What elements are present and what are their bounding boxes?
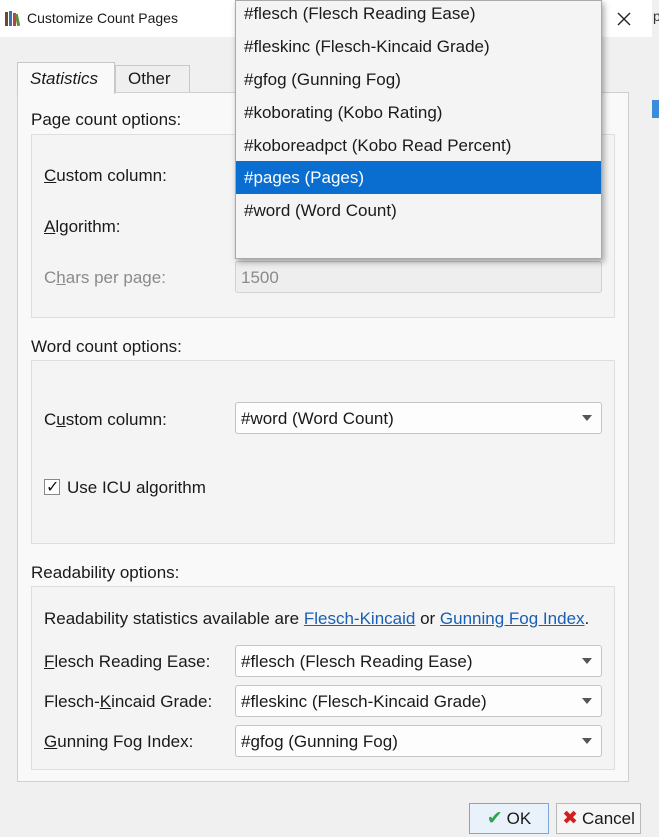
close-icon: ✖ <box>562 808 578 829</box>
ok-button[interactable]: ✔ OK <box>469 803 549 834</box>
calibre-books-icon <box>5 11 21 27</box>
mnemonic: C <box>44 166 57 185</box>
mnemonic: F <box>44 652 55 671</box>
page-custom-column-dropdown-list[interactable]: #flesch (Flesch Reading Ease) #fleskinc … <box>235 0 602 259</box>
checkmark-icon: ✓ <box>46 479 60 496</box>
label-text: incaid Grade: <box>111 692 213 711</box>
mnemonic: u <box>56 410 66 429</box>
word-custom-column-value: #word (Word Count) <box>241 409 394 428</box>
window-title: Customize Count Pages <box>27 10 178 26</box>
background-window-text: p <box>653 8 659 24</box>
chevron-down-icon <box>582 698 592 704</box>
label-text: C <box>44 410 57 429</box>
word-count-section-title: Word count options: <box>31 337 182 356</box>
label-text: ustom column: <box>56 166 167 185</box>
chars-per-page-value: 1500 <box>241 268 279 287</box>
word-custom-column-label: Custom column: <box>44 410 167 430</box>
checkmark-icon: ✔ <box>486 808 503 829</box>
label-text: unning Fog Index: <box>57 732 194 751</box>
intro-text: Readability statistics available are <box>44 609 304 628</box>
page-count-section-title: Page count options: <box>31 110 182 129</box>
gunning-fog-index-label: Gunning Fog Index: <box>44 732 193 752</box>
flesch-kincaid-grade-value: #fleskinc (Flesch-Kincaid Grade) <box>241 692 487 711</box>
chars-per-page-input[interactable]: 1500 <box>235 261 602 293</box>
dropdown-option-fleskinc[interactable]: #fleskinc (Flesch-Kincaid Grade) <box>236 30 601 63</box>
label-text: Flesch- <box>44 692 100 711</box>
dropdown-option-word[interactable]: #word (Word Count) <box>236 194 601 227</box>
dropdown-option-pages[interactable]: #pages (Pages) <box>236 161 601 194</box>
word-count-group <box>31 360 615 544</box>
tab-statistics[interactable]: Statistics <box>17 62 115 94</box>
label-text: lesch Reading Ease: <box>54 652 211 671</box>
gunning-fog-link[interactable]: Gunning Fog Index <box>440 609 585 628</box>
chevron-down-icon <box>582 415 592 421</box>
close-button[interactable] <box>604 0 644 37</box>
label-text: lgorithm: <box>55 217 121 236</box>
flesch-kincaid-grade-select[interactable]: #fleskinc (Flesch-Kincaid Grade) <box>235 685 602 717</box>
intro-text: or <box>415 609 440 628</box>
flesch-kincaid-link[interactable]: Flesch-Kincaid <box>304 609 416 628</box>
word-custom-column-select[interactable]: #word (Word Count) <box>235 402 602 434</box>
readability-intro: Readability statistics available are Fle… <box>44 609 589 629</box>
dialog-window: Customize Count Pages p Statistics Other… <box>0 0 659 837</box>
gunning-fog-index-select[interactable]: #gfog (Gunning Fog) <box>235 725 602 757</box>
mnemonic: A <box>44 217 56 236</box>
chevron-down-icon <box>582 738 592 744</box>
dropdown-option-flesch[interactable]: #flesch (Flesch Reading Ease) <box>236 0 601 30</box>
ok-label: OK <box>506 808 532 828</box>
label-text: ars per page: <box>65 268 166 287</box>
cancel-label: Cancel <box>582 808 635 828</box>
close-icon <box>617 12 631 25</box>
use-icu-checkbox[interactable]: ✓ <box>44 479 60 496</box>
readability-section-title: Readability options: <box>31 563 180 582</box>
mnemonic: G <box>44 732 58 751</box>
background-window-highlight <box>652 100 659 118</box>
gunning-fog-index-value: #gfog (Gunning Fog) <box>241 732 398 751</box>
chars-per-page-label: Chars per page: <box>44 268 166 288</box>
flesch-reading-ease-label: Flesch Reading Ease: <box>44 652 210 672</box>
dropdown-option-koboreadpct[interactable]: #koboreadpct (Kobo Read Percent) <box>236 129 601 162</box>
label-text: C <box>44 268 57 287</box>
flesch-kincaid-grade-label: Flesch-Kincaid Grade: <box>44 692 212 712</box>
mnemonic: h <box>56 268 66 287</box>
algorithm-label: Algorithm: <box>44 217 121 237</box>
cancel-button[interactable]: ✖ Cancel <box>556 803 641 834</box>
background-window-edge <box>652 0 659 837</box>
mnemonic: K <box>99 692 112 711</box>
dropdown-option-gfog[interactable]: #gfog (Gunning Fog) <box>236 63 601 96</box>
intro-text: . <box>584 609 590 628</box>
flesch-reading-ease-value: #flesch (Flesch Reading Ease) <box>241 652 473 671</box>
chevron-down-icon <box>582 658 592 664</box>
label-text: stom column: <box>65 410 167 429</box>
flesch-reading-ease-select[interactable]: #flesch (Flesch Reading Ease) <box>235 645 602 677</box>
dropdown-option-koborating[interactable]: #koborating (Kobo Rating) <box>236 96 601 129</box>
tab-other[interactable]: Other <box>115 65 190 93</box>
use-icu-label[interactable]: Use ICU algorithm <box>67 478 206 498</box>
page-custom-column-label: Custom column: <box>44 166 167 186</box>
